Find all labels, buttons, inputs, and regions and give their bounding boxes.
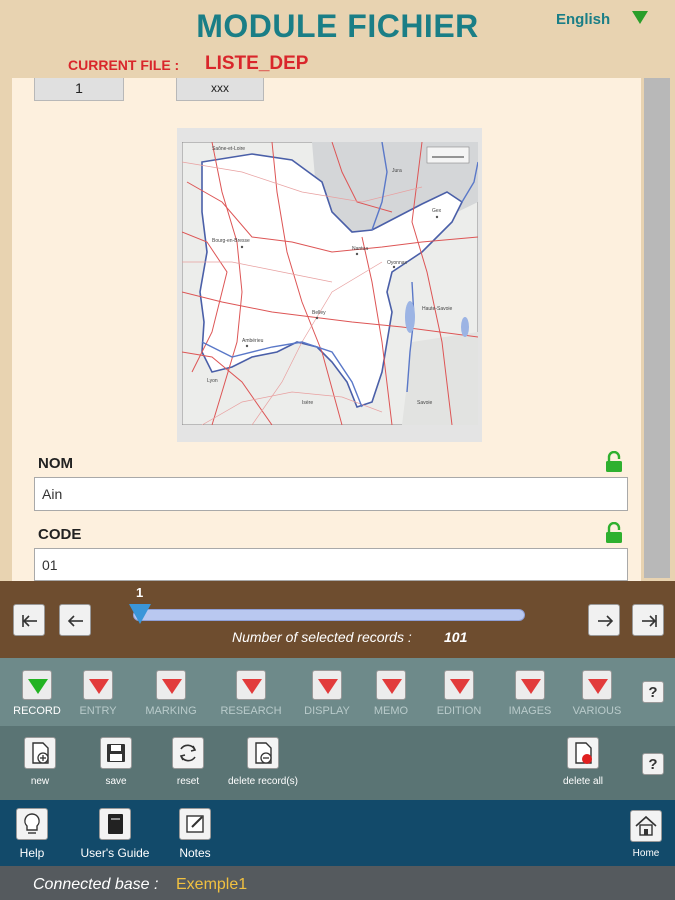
entry-tab-icon bbox=[83, 670, 113, 700]
map-label: Jura bbox=[392, 168, 402, 174]
nom-input[interactable]: Ain bbox=[34, 477, 628, 511]
map-label: Nantua bbox=[352, 246, 368, 252]
tab-entry[interactable]: ENTRY bbox=[71, 670, 125, 717]
tab-research[interactable]: RESEARCH bbox=[218, 670, 284, 717]
users-guide-button[interactable]: User's Guide bbox=[78, 808, 152, 860]
reset-button[interactable]: reset bbox=[168, 737, 208, 787]
tab-display[interactable]: DISPLAY bbox=[298, 670, 356, 717]
skip-first-icon bbox=[22, 615, 37, 627]
last-record-button[interactable] bbox=[632, 604, 664, 636]
delete-record-icon bbox=[255, 742, 272, 764]
map-label: Lyon bbox=[207, 378, 218, 384]
tabs-help-button[interactable]: ? bbox=[642, 681, 664, 703]
home-button[interactable]: Home bbox=[626, 810, 666, 859]
tab-label: MEMO bbox=[373, 705, 409, 717]
code-input[interactable]: 01 bbox=[34, 548, 628, 581]
delete-all-icon bbox=[575, 742, 592, 764]
map-label: Gex bbox=[432, 208, 442, 214]
map-label: Haute-Savoie bbox=[422, 306, 453, 312]
tab-label: EDITION bbox=[436, 705, 482, 717]
action-label: save bbox=[105, 776, 127, 787]
map-label: Isère bbox=[302, 400, 313, 406]
tab-images[interactable]: IMAGES bbox=[502, 670, 558, 717]
slider-value: 1 bbox=[136, 585, 144, 600]
delete-all-button[interactable]: delete all bbox=[556, 737, 610, 787]
skip-last-icon bbox=[642, 615, 657, 627]
images-tab-icon bbox=[515, 670, 545, 700]
map-label: Belley bbox=[312, 310, 326, 316]
lock-icon[interactable] bbox=[604, 522, 624, 544]
save-icon bbox=[107, 744, 125, 762]
connected-base-label: Connected base : bbox=[33, 876, 159, 893]
scrollbar-thumb[interactable] bbox=[644, 78, 670, 578]
lock-icon[interactable] bbox=[604, 451, 624, 473]
next-record-button[interactable] bbox=[588, 604, 620, 636]
selected-records-label: Number of selected records : bbox=[232, 629, 412, 645]
notes-icon bbox=[186, 815, 204, 833]
book-icon bbox=[108, 814, 123, 834]
new-record-icon bbox=[32, 742, 49, 764]
edition-tab-icon bbox=[444, 670, 474, 700]
slider-thumb[interactable] bbox=[129, 604, 151, 624]
record-number-field[interactable]: 1 bbox=[34, 78, 124, 101]
language-selector[interactable]: English bbox=[556, 11, 610, 28]
field-label-nom: NOM bbox=[38, 455, 73, 472]
selected-records-count: 101 bbox=[444, 629, 468, 645]
tab-memo[interactable]: MEMO bbox=[366, 670, 416, 717]
map-label: Bourg-en-Bresse bbox=[212, 238, 250, 244]
notes-label: Notes bbox=[179, 846, 211, 860]
content-border bbox=[0, 78, 12, 581]
tab-label: ENTRY bbox=[79, 705, 117, 717]
various-tab-icon bbox=[582, 670, 612, 700]
chevron-down-icon[interactable] bbox=[632, 11, 648, 24]
marking-tab-icon bbox=[156, 670, 186, 700]
record-slider[interactable] bbox=[133, 609, 525, 621]
help-label: Help bbox=[19, 846, 45, 860]
delete-records-button[interactable]: delete record(s) bbox=[220, 737, 306, 787]
department-map: Saône-et-Loire Jura Bourg-en-Bresse Nant… bbox=[182, 142, 478, 425]
map-label: Savoie bbox=[417, 400, 433, 406]
actions-help-button[interactable]: ? bbox=[642, 753, 664, 775]
guide-label: User's Guide bbox=[80, 846, 150, 860]
reset-icon bbox=[179, 744, 197, 762]
arrow-left-icon bbox=[67, 615, 83, 627]
action-label: delete all bbox=[562, 776, 604, 787]
action-label: reset bbox=[176, 776, 200, 787]
home-icon bbox=[635, 815, 657, 836]
tab-label: VARIOUS bbox=[572, 705, 622, 717]
first-record-button[interactable] bbox=[13, 604, 45, 636]
current-file-label: CURRENT FILE : bbox=[68, 57, 180, 73]
tab-edition[interactable]: EDITION bbox=[430, 670, 488, 717]
map-label: Ambérieu bbox=[242, 338, 264, 344]
action-label: new bbox=[30, 776, 50, 787]
tab-label: RESEARCH bbox=[220, 705, 282, 717]
current-file-name: LISTE_DEP bbox=[205, 53, 309, 74]
tab-label: DISPLAY bbox=[304, 705, 350, 717]
help-button[interactable]: Help bbox=[12, 808, 52, 860]
memo-tab-icon bbox=[376, 670, 406, 700]
previous-record-button[interactable] bbox=[59, 604, 91, 636]
new-button[interactable]: new bbox=[20, 737, 60, 787]
record-tab-icon bbox=[22, 670, 52, 700]
action-label: delete record(s) bbox=[227, 776, 299, 787]
save-button[interactable]: save bbox=[96, 737, 136, 787]
tab-label: RECORD bbox=[13, 705, 61, 717]
arrow-right-icon bbox=[598, 615, 614, 627]
notes-button[interactable]: Notes bbox=[175, 808, 215, 860]
map-label: Oyonnax bbox=[387, 260, 408, 266]
lightbulb-icon bbox=[24, 813, 40, 834]
tab-various[interactable]: VARIOUS bbox=[568, 670, 626, 717]
tab-label: MARKING bbox=[145, 705, 197, 717]
tab-marking[interactable]: MARKING bbox=[140, 670, 202, 717]
record-code-field[interactable]: xxx bbox=[176, 78, 264, 101]
tab-label: IMAGES bbox=[508, 705, 552, 717]
map-label: Saône-et-Loire bbox=[212, 146, 245, 152]
tab-record[interactable]: RECORD bbox=[10, 670, 64, 717]
display-tab-icon bbox=[312, 670, 342, 700]
home-label: Home bbox=[632, 848, 660, 859]
field-label-code: CODE bbox=[38, 526, 82, 543]
research-tab-icon bbox=[236, 670, 266, 700]
connected-base-name: Exemple1 bbox=[176, 876, 248, 893]
